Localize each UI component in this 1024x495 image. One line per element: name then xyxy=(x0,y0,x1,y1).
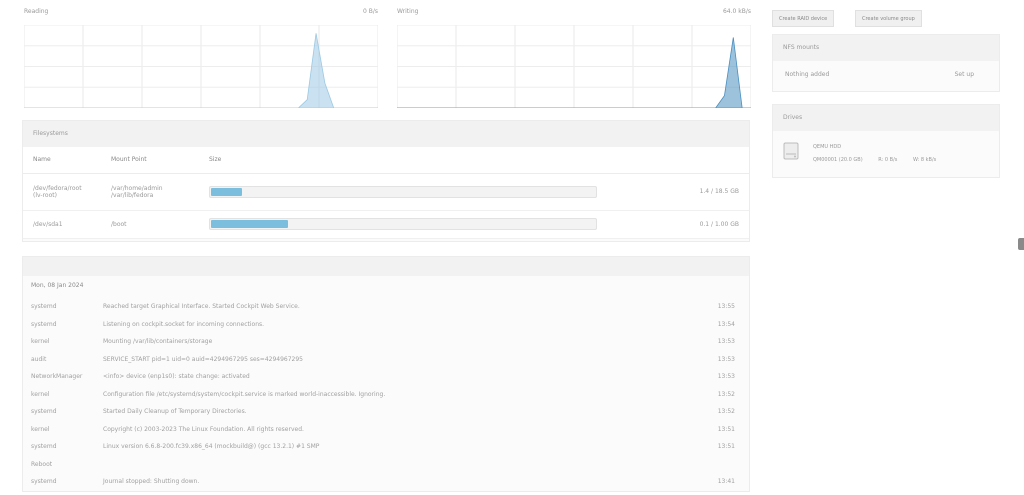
nfs-heading: NFS mounts xyxy=(773,35,999,61)
nfs-mounts-panel: NFS mounts Nothing added Set up xyxy=(772,34,1000,92)
fs-name: /dev/fedora/root xyxy=(33,184,82,192)
journal-entry-message: Mounting /var/lib/containers/storage xyxy=(103,338,213,346)
fs-name-sub: (lv-root) xyxy=(33,191,57,199)
journal-entry-source: systemd xyxy=(31,303,57,311)
fs-usage-bar xyxy=(209,185,597,198)
journal-entry-time xyxy=(689,456,749,474)
drive-write: W: 8 kB/s xyxy=(912,157,937,163)
journal-entry[interactable]: Reboot xyxy=(23,456,749,474)
storage-log-panel: Mon, 08 Jan 2024 systemd Reached target G… xyxy=(22,256,750,492)
drive-name: QEMU HDD xyxy=(813,144,842,150)
journal-entry-time: 13:53 xyxy=(717,338,735,346)
journal-entry[interactable]: audit SERVICE_START pid=1 uid=0 auid=4294… xyxy=(23,351,749,369)
reading-chart xyxy=(24,25,378,108)
col-mount: Mount Point xyxy=(101,147,199,174)
nfs-empty-text: Nothing added xyxy=(785,71,830,78)
journal-entry-source: kernel xyxy=(31,425,50,433)
journal-entry[interactable]: NetworkManager <info> device (enp1s0): st… xyxy=(23,368,749,386)
journal-entry[interactable]: systemd Reached target Graphical Interfac… xyxy=(23,298,749,316)
journal-entry-time: 13:51 xyxy=(717,425,735,433)
writing-chart-panel: Writing 64.0 kB/s xyxy=(397,8,751,108)
journal-entry[interactable]: systemd Journal stopped: Shutting down. 13… xyxy=(23,473,749,491)
journal-entry-source: kernel xyxy=(31,390,50,398)
fs-usage-text: 0.1 / 1.00 GB xyxy=(679,210,749,239)
col-size: Size xyxy=(199,147,680,174)
journal-table: systemd Reached target Graphical Interfac… xyxy=(23,298,749,491)
journal-entry[interactable]: kernel Mounting /var/lib/containers/stora… xyxy=(23,333,749,351)
reading-chart-panel: Reading 0 B/s xyxy=(24,8,378,108)
fs-usage-bar xyxy=(209,218,597,230)
scroll-handle-icon[interactable] xyxy=(1018,238,1024,250)
filesystem-row[interactable]: /dev/fedora/root (lv-root) /var/home/adm… xyxy=(23,173,749,211)
journal-entry[interactable]: kernel Copyright (c) 2003-2023 The Linux … xyxy=(23,421,749,439)
journal-entry-message: Listening on cockpit.socket for incoming… xyxy=(103,320,265,328)
journal-entry[interactable]: kernel Configuration file /etc/systemd/sy… xyxy=(23,386,749,404)
journal-entry[interactable]: systemd Started Daily Cleanup of Temporar… xyxy=(23,403,749,421)
create-volume-group-button[interactable]: Create volume group xyxy=(855,10,922,27)
drive-serial: QM00001 (20.0 GB) xyxy=(813,157,863,163)
create-raid-button[interactable]: Create RAID device xyxy=(772,10,835,27)
hard-drive-icon xyxy=(783,141,799,161)
journal-entry-source: systemd xyxy=(31,408,57,416)
drives-heading: Drives xyxy=(773,105,999,131)
journal-entry-message: Linux version 6.6.8-200.fc39.x86_64 (moc… xyxy=(103,443,320,451)
journal-entry-message: SERVICE_START pid=1 uid=0 auid=429496729… xyxy=(103,355,303,363)
fs-name: /dev/sda1 xyxy=(23,210,101,239)
journal-entry-source: Reboot xyxy=(31,460,53,468)
journal-entry-message: Copyright (c) 2003-2023 The Linux Founda… xyxy=(103,425,304,433)
journal-entry-time: 13:53 xyxy=(717,373,735,381)
journal-entry-message: Started Daily Cleanup of Temporary Direc… xyxy=(103,408,247,416)
filesystems-panel: Filesystems Name Mount Point Size /dev/f… xyxy=(22,120,750,242)
reading-chart-title: Reading xyxy=(24,8,49,15)
journal-entry-source: systemd xyxy=(31,443,57,451)
journal-entry-time: 13:55 xyxy=(717,303,735,311)
filesystem-row[interactable]: /dev/sda1 /boot 0.1 / 1.00 GB xyxy=(23,210,749,239)
fs-mount-sub: /var/lib/fedora xyxy=(111,191,154,199)
journal-entry-message: Journal stopped: Shutting down. xyxy=(103,478,200,486)
filesystems-table: Name Mount Point Size /dev/fedora/root (… xyxy=(23,147,749,239)
journal-entry-source: systemd xyxy=(31,320,57,328)
journal-entry-time: 13:52 xyxy=(717,408,735,416)
journal-entry-message xyxy=(95,456,689,474)
writing-chart-title: Writing xyxy=(397,8,419,15)
drive-read: R: 0 B/s xyxy=(878,157,898,163)
journal-entry-source: kernel xyxy=(31,338,50,346)
drive-item[interactable]: QEMU HDD QM00001 (20.0 GB) R: 0 B/s W: 8… xyxy=(773,131,999,177)
journal-date: Mon, 08 Jan 2024 xyxy=(31,282,84,289)
journal-entry-time: 13:53 xyxy=(717,355,735,363)
journal-entry-source: systemd xyxy=(31,478,57,486)
journal-entry[interactable]: systemd Listening on cockpit.socket for i… xyxy=(23,316,749,334)
writing-chart-value: 64.0 kB/s xyxy=(722,8,751,15)
writing-chart xyxy=(397,25,751,108)
journal-entry-message: <info> device (enp1s0): state change: ac… xyxy=(103,373,250,381)
fs-mount: /boot xyxy=(101,210,199,239)
storage-log-heading xyxy=(23,257,749,276)
journal-entry-source: audit xyxy=(31,355,47,363)
journal-entry-time: 13:52 xyxy=(717,390,735,398)
col-name: Name xyxy=(23,147,101,174)
journal-entry-message: Configuration file /etc/systemd/system/c… xyxy=(103,390,386,398)
journal-entry-time: 13:51 xyxy=(717,443,735,451)
journal-entry-source: NetworkManager xyxy=(31,373,83,381)
reading-chart-value: 0 B/s xyxy=(363,8,378,15)
fs-usage-fill xyxy=(211,220,289,228)
filesystems-heading: Filesystems xyxy=(23,121,749,147)
journal-entry-time: 13:41 xyxy=(717,478,735,486)
nfs-setup-link[interactable]: Set up xyxy=(955,71,974,78)
journal-entry-message: Reached target Graphical Interface. Star… xyxy=(103,303,300,311)
fs-mount: /var/home/admin xyxy=(111,184,163,192)
journal-entry-time: 13:54 xyxy=(717,320,735,328)
drives-panel: Drives QEMU HDD QM00001 (20.0 GB) R: 0 B… xyxy=(772,104,1000,178)
journal-entry[interactable]: systemd Linux version 6.6.8-200.fc39.x86_… xyxy=(23,438,749,456)
fs-usage-text: 1.4 / 18.5 GB xyxy=(679,173,749,211)
fs-usage-fill xyxy=(211,187,242,196)
